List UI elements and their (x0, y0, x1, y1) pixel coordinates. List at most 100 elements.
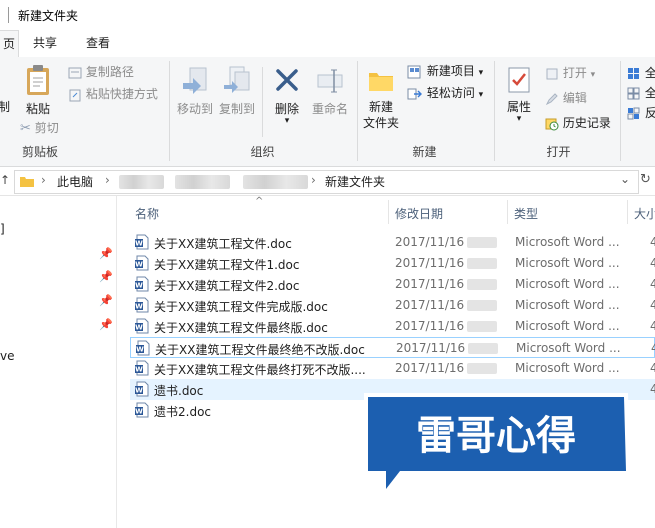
tab-share[interactable]: 共享 (27, 30, 63, 57)
new-item-button[interactable]: 新建项目 ▾ (407, 61, 483, 81)
refresh-icon[interactable]: ↻ (640, 172, 651, 187)
file-row[interactable]: W 关于XX建筑工程文件最终打死不改版.... 2017/11/16 Microsof… (130, 358, 655, 379)
select-all-button[interactable]: 全 (627, 63, 655, 83)
breadcrumb-this-pc[interactable]: 此电脑 (57, 173, 93, 190)
ribbon: 制 粘贴 复制路径 粘贴快捷方式 ✂ 剪切 剪贴板 移动到 复制到 删除 ▾ 重… (0, 57, 655, 167)
address-bar[interactable]: › 此电脑 › › 新建文件夹 ⌄ (14, 170, 639, 194)
up-arrow-icon[interactable]: ↑ (0, 173, 10, 187)
file-name: 关于XX建筑工程文件最终版.doc (154, 321, 328, 335)
paste-button[interactable]: 粘贴 (20, 63, 56, 117)
file-size: 4 (650, 277, 655, 291)
column-header-size[interactable]: 大小 (634, 205, 655, 222)
invert-selection-button[interactable]: 反 (627, 103, 655, 123)
rename-button[interactable]: 重命名 (308, 65, 352, 117)
address-dropdown-icon[interactable]: ⌄ (620, 172, 630, 186)
svg-text:W: W (135, 408, 143, 416)
new-group-label: 新建 (412, 145, 437, 159)
copy-path-icon (68, 67, 82, 78)
pin-icon[interactable]: 📌 (99, 247, 113, 260)
paste-shortcut-button[interactable]: 粘贴快捷方式 (68, 84, 158, 104)
delete-button[interactable]: 删除 ▾ (268, 65, 306, 126)
column-header-date[interactable]: 修改日期 (395, 205, 443, 222)
word-doc-icon: W (135, 360, 149, 376)
svg-text:W: W (136, 346, 144, 354)
file-row[interactable]: W 关于XX建筑工程文件.doc 2017/11/16 Microsoft Word … (130, 232, 655, 253)
file-name: 遗书2.doc (154, 405, 212, 419)
select-none-button[interactable]: 全 (627, 83, 655, 103)
breadcrumb-current-folder[interactable]: 新建文件夹 (325, 173, 385, 190)
history-icon (545, 118, 559, 130)
scissors-icon: ✂ (20, 121, 31, 136)
file-name: 关于XX建筑工程文件1.doc (154, 258, 300, 272)
move-to-button[interactable]: 移动到 (175, 65, 215, 117)
open-button[interactable]: 打开 ▾ (545, 63, 595, 83)
pin-icon[interactable]: 📌 (99, 318, 113, 331)
file-size: 4 (650, 382, 655, 396)
file-date: 2017/11/16 (395, 319, 465, 333)
tab-view[interactable]: 查看 (80, 30, 116, 57)
column-divider[interactable] (388, 200, 389, 224)
file-type: Microsoft Word ... (515, 277, 620, 291)
file-row[interactable]: W 关于XX建筑工程文件2.doc 2017/11/16 Microsoft Word… (130, 274, 655, 295)
nav-item-partial[interactable]: ] (0, 222, 5, 236)
cut-partial-label[interactable]: 制 (0, 97, 10, 117)
pin-icon[interactable]: 📌 (99, 294, 113, 307)
file-row[interactable]: W 关于XX建筑工程文件最终版.doc 2017/11/16 Microsoft Wo… (130, 316, 655, 337)
paste-label: 粘贴 (25, 102, 50, 116)
nav-item-partial[interactable]: ve (0, 349, 14, 363)
tab-home[interactable]: 页 (0, 30, 19, 59)
blurred-time (467, 279, 497, 290)
properties-icon (508, 67, 530, 93)
file-row[interactable]: W 关于XX建筑工程文件完成版.doc 2017/11/16 Microsoft Wo… (130, 295, 655, 316)
group-divider (620, 61, 621, 161)
rename-icon (317, 69, 343, 93)
file-type: Microsoft Word ... (515, 298, 620, 312)
blurred-time (468, 343, 498, 354)
svg-text:W: W (135, 240, 143, 248)
file-date: 2017/11/16 (395, 298, 465, 312)
folder-icon (20, 177, 34, 187)
easy-access-icon (407, 88, 422, 99)
svg-text:W: W (135, 303, 143, 311)
svg-text:W: W (135, 261, 143, 269)
file-type: Microsoft Word ... (515, 319, 620, 333)
blurred-crumb (119, 175, 164, 189)
file-size: 4 (650, 235, 655, 249)
new-folder-button[interactable]: 新建 文件夹 (360, 65, 402, 131)
clipboard-group-label: 剪贴板 (21, 145, 58, 159)
column-divider[interactable] (507, 200, 508, 224)
column-divider[interactable] (627, 200, 628, 224)
breadcrumb-separator-icon: › (41, 173, 46, 187)
divider (262, 67, 263, 137)
new-item-icon (407, 65, 421, 78)
properties-dropdown-icon[interactable]: ▾ (500, 115, 538, 124)
file-row[interactable]: W 关于XX建筑工程文件最终绝不改版.doc 2017/11/16 Microsoft… (130, 337, 655, 358)
svg-text:W: W (135, 366, 143, 374)
open-icon (546, 68, 558, 79)
word-doc-icon: W (135, 402, 149, 418)
delete-dropdown-icon[interactable]: ▾ (268, 117, 306, 126)
pin-icon[interactable]: 📌 (99, 270, 113, 283)
select-none-icon (627, 87, 640, 99)
file-date: 2017/11/16 (395, 277, 465, 291)
copy-to-button[interactable]: 复制到 (217, 65, 257, 117)
edit-button[interactable]: 编辑 (545, 88, 587, 108)
open-dropdown-icon: ▾ (590, 70, 596, 80)
column-header-name[interactable]: 名称 (135, 205, 159, 222)
sort-ascending-icon: ^ (255, 196, 264, 207)
column-header-type[interactable]: 类型 (514, 205, 538, 222)
history-button[interactable]: 历史记录 (545, 113, 611, 133)
move-to-icon (183, 67, 207, 94)
easy-access-button[interactable]: 轻松访问 ▾ (407, 83, 483, 103)
folder-icon (369, 73, 393, 91)
file-size: 4 (650, 298, 655, 312)
file-name: 关于XX建筑工程文件最终绝不改版.doc (155, 343, 365, 357)
cut-button[interactable]: ✂ 剪切 (20, 118, 59, 138)
word-doc-icon: W (135, 318, 149, 334)
properties-button[interactable]: 属性 ▾ (500, 65, 538, 124)
file-type: Microsoft Word ... (515, 361, 620, 375)
file-row[interactable]: W 关于XX建筑工程文件1.doc 2017/11/16 Microsoft Word… (130, 253, 655, 274)
new-item-dropdown-icon: ▾ (478, 68, 484, 78)
file-type: Microsoft Word ... (515, 256, 620, 270)
copy-path-button[interactable]: 复制路径 (68, 62, 134, 82)
